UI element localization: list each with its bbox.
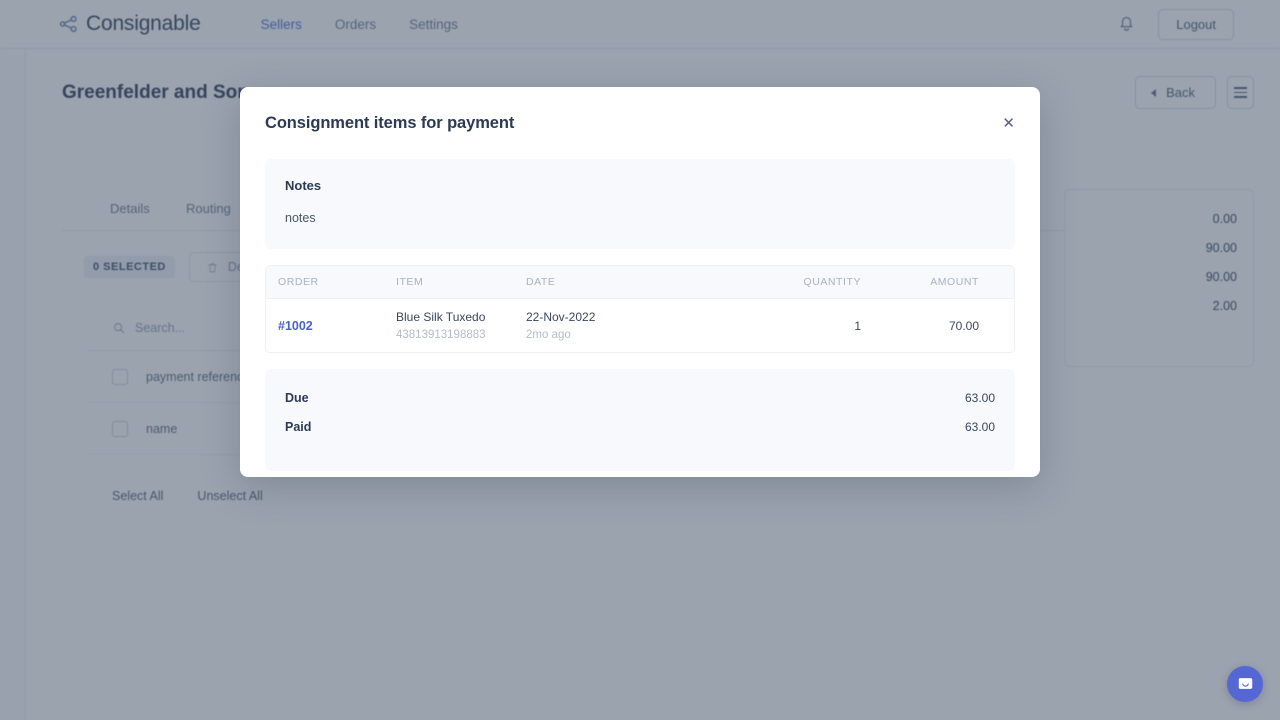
due-label: Due — [285, 391, 309, 405]
totals-row-paid: Paid 63.00 — [285, 412, 995, 441]
order-cell: #1002 — [266, 317, 396, 335]
column-header-amount: AMOUNT — [861, 276, 979, 288]
date-value: 22-Nov-2022 — [526, 310, 731, 324]
close-x-icon[interactable]: ✕ — [1002, 116, 1015, 131]
column-header-commission: COMMISSION — [979, 276, 1015, 288]
paid-value: 63.00 — [965, 420, 995, 434]
consignment-items-table: ORDER ITEM DATE QUANTITY AMOUNT COMMISSI… — [265, 265, 1015, 353]
column-header-item: ITEM — [396, 276, 526, 288]
amount-value: 70.00 — [861, 319, 979, 333]
notes-body: notes — [285, 211, 995, 225]
order-link[interactable]: #1002 — [278, 319, 313, 333]
totals-row-due: Due 63.00 — [285, 383, 995, 412]
table-header-row: ORDER ITEM DATE QUANTITY AMOUNT COMMISSI… — [266, 266, 1014, 299]
item-sku: 43813913198883 — [396, 329, 526, 341]
item-name: Blue Silk Tuxedo — [396, 310, 526, 324]
column-header-order: ORDER — [266, 276, 396, 288]
modal-body: Notes notes ORDER ITEM DATE QUANTITY AMO… — [240, 159, 1040, 471]
modal-overlay: Consignment items for payment ✕ Notes no… — [0, 0, 1280, 720]
paid-label: Paid — [285, 420, 311, 434]
date-cell: 22-Nov-2022 2mo ago — [526, 310, 731, 341]
quantity-value: 1 — [731, 319, 861, 333]
modal-header: Consignment items for payment ✕ — [240, 87, 1040, 159]
table-row: #1002 Blue Silk Tuxedo 43813913198883 22… — [266, 299, 1014, 352]
date-relative: 2mo ago — [526, 329, 731, 341]
due-value: 63.00 — [965, 391, 995, 405]
notes-heading: Notes — [285, 178, 995, 193]
column-header-quantity: QUANTITY — [731, 276, 861, 288]
totals-section: Due 63.00 Paid 63.00 — [265, 369, 1015, 471]
column-header-date: DATE — [526, 276, 731, 288]
item-cell: Blue Silk Tuxedo 43813913198883 — [396, 310, 526, 341]
commission-value: 63.00 — [979, 319, 1015, 333]
app-root: Consignable Sellers Orders Settings Logo… — [0, 0, 1280, 720]
consignment-items-modal: Consignment items for payment ✕ Notes no… — [240, 87, 1040, 477]
notes-section: Notes notes — [265, 159, 1015, 249]
modal-title: Consignment items for payment — [265, 114, 514, 133]
